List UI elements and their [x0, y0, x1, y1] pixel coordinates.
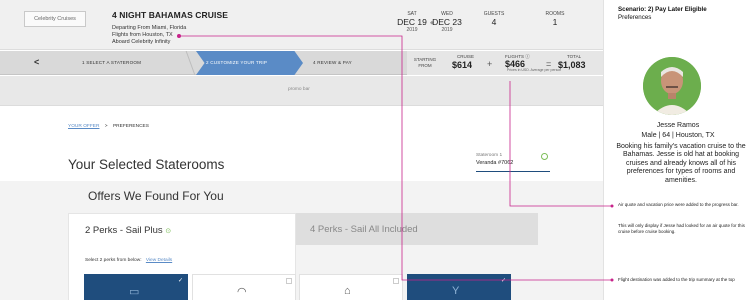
end-date-value: DEC 23 — [432, 17, 462, 27]
scenario-subtitle: Preferences — [618, 14, 652, 21]
cruise-title: 4 NIGHT BAHAMAS CRUISE — [112, 10, 229, 20]
departing-text: Departing From Miami, Florida — [112, 25, 187, 31]
breadcrumb-link-offer[interactable]: YOUR OFFER — [68, 124, 99, 129]
guests-value: 4 — [491, 17, 497, 27]
annotation-dot — [177, 34, 181, 38]
step-review-pay[interactable]: 4 REVIEW & PAY — [313, 51, 352, 75]
avatar — [643, 57, 701, 115]
stateroom-value: Veranda #7062 — [476, 160, 514, 166]
price-note: Prices in USD. Average per person — [507, 68, 562, 72]
rooms-count[interactable]: ROOMS 1 — [540, 11, 570, 27]
step-select-stateroom[interactable]: 1 SELECT A STATEROOM — [82, 51, 141, 75]
start-year: 2019 — [406, 27, 418, 33]
end-date: WED DEC 23 2019 — [427, 11, 467, 33]
perk-tab-all-included[interactable]: 4 Perks - Sail All Included — [296, 213, 538, 245]
persona-bio: Booking his family's vacation cruise to … — [616, 143, 746, 184]
total-price-label: TOTAL — [567, 54, 582, 59]
stateroom-label: Stateroom 1 — [476, 153, 503, 158]
offers-title: Offers We Found For You — [88, 189, 224, 203]
perk-tile-drinks[interactable]: ✓ Y — [407, 274, 511, 300]
booking-mockup: Celebrity Cruises 4 NIGHT BAHAMAS CRUISE… — [0, 0, 604, 300]
perk-tab2-label: 4 Perks - Sail All Included — [310, 224, 418, 235]
cocktail-icon: Y — [452, 285, 460, 297]
waiter-icon: ⌂ — [344, 285, 351, 297]
cruise-price-label: CRUISE — [457, 54, 475, 59]
rooms-value: 1 — [552, 17, 558, 27]
annotation-note-3: Flight destination was added to the trip… — [618, 277, 735, 282]
start-date-value: DEC 19 — [397, 17, 427, 27]
perk-tile-wifi[interactable]: ◠ — [192, 274, 296, 300]
brand-logo[interactable]: Celebrity Cruises — [24, 11, 86, 27]
perk-tile-dining[interactable]: ⌂ — [299, 274, 403, 300]
price-summary: STARTING FROM CRUISE $614 + FLIGHTS ⓘ $4… — [407, 51, 603, 75]
back-button[interactable]: < — [34, 57, 39, 67]
breadcrumb: YOUR OFFER > PREFERENCES — [68, 124, 149, 129]
page-title: Your Selected Staterooms — [68, 157, 225, 172]
check-icon — [541, 153, 548, 160]
end-year: 2019 — [441, 27, 453, 33]
stateroom-tab[interactable]: Stateroom 1 Veranda #7062 — [476, 153, 550, 172]
perk-tile-1[interactable]: ✓ ▭ — [84, 274, 188, 300]
checkbox[interactable] — [286, 278, 292, 284]
ship-text: Aboard Celebrity Infinity — [112, 39, 171, 45]
persona-meta: Male | 64 | Houston, TX — [641, 132, 715, 139]
active-underline — [476, 171, 550, 172]
breadcrumb-current: PREFERENCES — [112, 124, 149, 129]
progress-bar: < 1 SELECT A STATEROOM 2 CUSTOMIZE YOUR … — [0, 51, 603, 75]
scenario-title: Scenario: 2) Pay Later Eligible — [618, 6, 707, 13]
annotation-note-2: This will only display if Jesse had look… — [618, 223, 745, 234]
flights-text: Flights from Houston, TX — [112, 32, 173, 38]
promo-bar: promo bar — [0, 76, 603, 106]
package-icon: ▭ — [129, 286, 140, 298]
start-date: SAT DEC 19 2019 — [392, 11, 432, 33]
view-details-link[interactable]: View Details — [146, 258, 172, 263]
total-price-value: $1,083 — [558, 60, 586, 70]
check-icon: ✓ — [500, 278, 506, 284]
step-customize-trip[interactable]: 2 CUSTOMIZE YOUR TRIP — [206, 51, 267, 75]
annotation-note-1: Air quote and vacation price were added … — [618, 202, 739, 207]
trip-summary-bar: Celebrity Cruises 4 NIGHT BAHAMAS CRUISE… — [0, 0, 603, 50]
persona-name: Jesse Ramos — [656, 122, 700, 129]
breadcrumb-sep: > — [104, 124, 108, 129]
check-icon: ✓ — [177, 278, 183, 284]
select-perks-text: Select 2 perks from below: View Details — [85, 258, 172, 263]
promo-text: promo bar — [288, 87, 310, 92]
check-icon: ⊙ — [165, 228, 172, 235]
perk-tab-text: 2 Perks - Sail Plus — [85, 225, 163, 236]
guests-count[interactable]: GUESTS 4 — [479, 11, 509, 27]
cruise-price-value: $614 — [452, 60, 473, 70]
persona-panel: Scenario: 2) Pay Later Eligible Preferen… — [605, 0, 751, 300]
select-perks-label: Select 2 perks from below: — [85, 258, 142, 263]
wifi-icon: ◠ — [237, 286, 247, 298]
starting-from-label: STARTING FROM — [413, 57, 437, 68]
checkbox[interactable] — [393, 278, 399, 284]
perk-tab-label: 2 Perks - Sail Plus ⊙ — [85, 225, 171, 236]
plus-sign: + — [487, 59, 493, 69]
